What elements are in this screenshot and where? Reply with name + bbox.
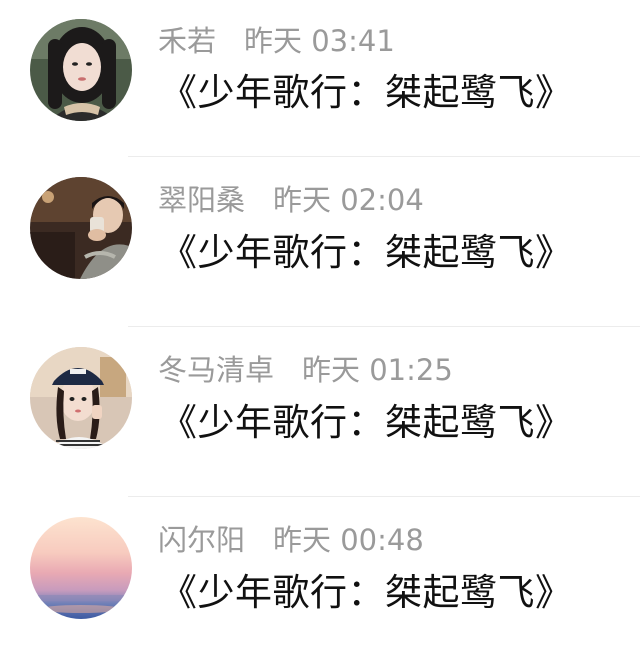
sunset-gradient-avatar xyxy=(30,517,132,619)
list-item[interactable]: 闪尔阳 昨天 00:48 《少年歌行：桀起鹭飞》 xyxy=(0,497,640,657)
comment-list: 禾若 昨天 03:41 《少年歌行：桀起鹭飞》 翠阳桑 昨天 02:04 《少年歌行… xyxy=(0,0,640,657)
comment-text: 《少年歌行：桀起鹭飞》 xyxy=(160,231,573,274)
avatar[interactable] xyxy=(30,177,132,279)
avatar[interactable] xyxy=(30,347,132,449)
list-item[interactable]: 翠阳桑 昨天 02:04 《少年歌行：桀起鹭飞》 xyxy=(0,157,640,327)
timestamp: 昨天 02:04 xyxy=(273,183,424,217)
comment-meta: 翠阳桑 昨天 02:04 xyxy=(158,179,424,221)
list-item[interactable]: 冬马清卓 昨天 01:25 《少年歌行：桀起鹭飞》 xyxy=(0,327,640,497)
comment-meta: 禾若 昨天 03:41 xyxy=(158,20,395,62)
comment-text: 《少年歌行：桀起鹭飞》 xyxy=(160,71,573,114)
comment-meta: 冬马清卓 昨天 01:25 xyxy=(158,349,453,391)
username[interactable]: 冬马清卓 xyxy=(158,353,274,387)
person-drinking-avatar xyxy=(30,177,132,279)
comment-meta: 闪尔阳 昨天 00:48 xyxy=(158,519,424,561)
timestamp: 昨天 00:48 xyxy=(273,523,424,557)
list-item[interactable]: 禾若 昨天 03:41 《少年歌行：桀起鹭飞》 xyxy=(0,0,640,157)
username[interactable]: 闪尔阳 xyxy=(158,523,245,557)
timestamp: 昨天 01:25 xyxy=(302,353,453,387)
username[interactable]: 禾若 xyxy=(158,24,216,58)
avatar[interactable] xyxy=(30,517,132,619)
avatar[interactable] xyxy=(30,19,132,121)
username[interactable]: 翠阳桑 xyxy=(158,183,245,217)
portrait-dark-hair-avatar xyxy=(30,19,132,121)
girl-with-cap-avatar xyxy=(30,347,132,449)
comment-text: 《少年歌行：桀起鹭飞》 xyxy=(160,401,573,444)
timestamp: 昨天 03:41 xyxy=(244,24,395,58)
comment-text: 《少年歌行：桀起鹭飞》 xyxy=(160,571,573,614)
